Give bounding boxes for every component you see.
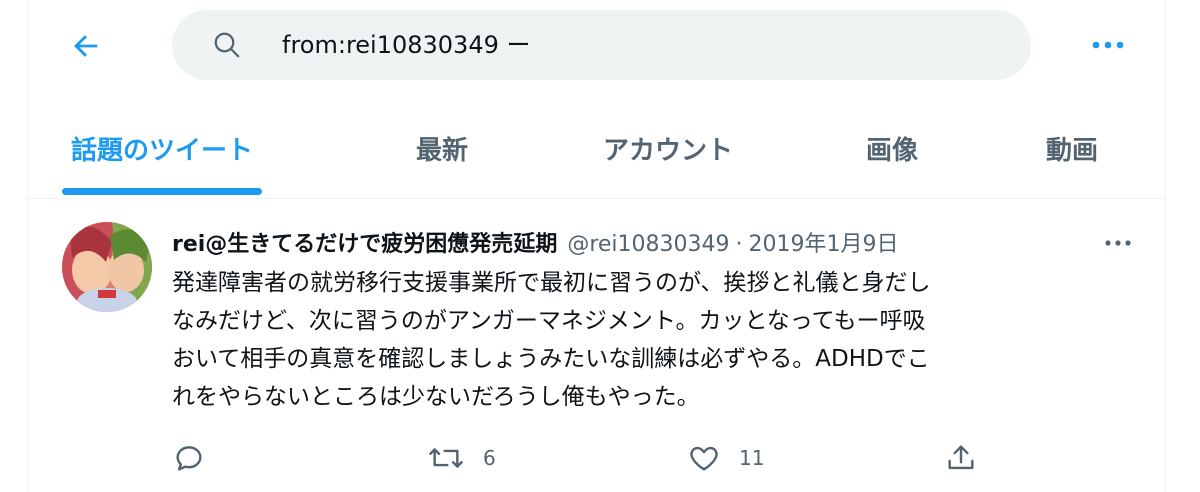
tweet-header: rei@生きてるだけで疲労困憊発売延期 @rei10830349 · 2019年… [172,226,899,260]
reply-button[interactable] [172,438,206,478]
tab-videos[interactable]: 動画 [1008,100,1136,196]
search-tabs: 話題のツイート 最新 アカウント 画像 動画 [28,100,1165,196]
tweet-text: 発達障害者の就労移行支援事業所で最初に習うのが、挨拶と礼儀と身だし なみだけど、… [172,264,1132,416]
tweet-text-line: 発達障害者の就労移行支援事業所で最初に習うのが、挨拶と礼儀と身だし [172,270,931,296]
tabs-divider [28,198,1165,199]
more-icon [1092,41,1124,49]
more-options-button[interactable] [1082,28,1134,62]
timeline-right-border [1165,0,1166,492]
like-button[interactable]: 11 [687,438,764,478]
search-icon [214,32,240,58]
tweet-text-line: なみだけど、次に習うのがアンガーマネジメント。カッとなってもー呼吸 [172,308,926,334]
author-name[interactable]: rei@生きてるだけで疲労困憊発売延期 [172,226,557,258]
tweet-text-line: おいて相手の真意を確認しましょうみたいな訓練は必ずやる。ADHDでこ [172,346,930,372]
share-button[interactable] [944,438,978,478]
header-separator: · [735,232,743,257]
avatar[interactable] [62,222,152,312]
avatar-image [62,222,152,312]
more-icon [1105,240,1131,246]
search-query[interactable]: from:rei10830349 ー [282,10,531,80]
tab-latest[interactable]: 最新 [382,100,502,196]
back-arrow-icon [74,35,98,57]
tweet-text-line: れをやらないところは少ないだろうし俺もやった。 [172,384,700,410]
tweet-more-button[interactable] [1096,228,1140,258]
tab-top[interactable]: 話題のツイート [62,100,262,196]
retweet-button[interactable]: 6 [427,438,496,478]
timeline-left-border [27,0,28,492]
reply-icon [176,446,202,471]
back-button[interactable] [60,20,112,72]
like-icon [690,446,718,471]
search-input[interactable]: from:rei10830349 ー [172,10,1031,80]
active-tab-indicator [62,188,262,195]
like-count: 11 [739,446,765,470]
author-handle[interactable]: @rei10830349 [567,232,729,257]
share-icon [948,445,974,470]
retweet-icon [429,448,463,468]
tweet-date[interactable]: 2019年1月9日 [749,226,899,258]
tab-accounts[interactable]: アカウント [576,100,760,196]
tab-photos[interactable]: 画像 [828,100,956,196]
retweet-count: 6 [483,446,496,470]
